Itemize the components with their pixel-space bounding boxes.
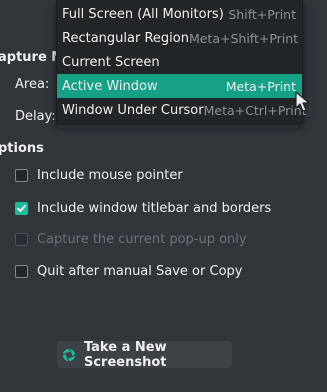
capture-popup-label: Capture the current pop-up only [37, 231, 247, 247]
quit-after-save-option[interactable]: Quit after manual Save or Copy [15, 262, 242, 280]
include-mouse-pointer-option[interactable]: Include mouse pointer [15, 166, 183, 184]
menu-item-current-screen[interactable]: Current Screen [57, 50, 302, 74]
menu-item-shortcut: Shift+Print [228, 6, 296, 22]
menu-item-label: Rectangular Region [62, 30, 189, 46]
delay-label: Delay: [15, 109, 56, 124]
menu-item-window-under-cursor[interactable]: Window Under Cursor Meta+Ctrl+Print [57, 98, 307, 122]
spectacle-window: apture Mo Area: Delay: ptions Include mo… [0, 0, 327, 392]
take-new-screenshot-label: Take a New Screenshot [83, 339, 167, 370]
capture-popup-checkbox [15, 232, 28, 246]
capture-popup-option: Capture the current pop-up only [15, 230, 247, 248]
screenshot-shutter-icon [62, 348, 76, 361]
take-new-screenshot-button[interactable]: Take a New Screenshot [57, 339, 232, 370]
menu-item-rectangular-region[interactable]: Rectangular Region Meta+Shift+Print [57, 26, 302, 50]
include-titlebar-option[interactable]: Include window titlebar and borders [15, 199, 271, 217]
quit-after-save-label: Quit after manual Save or Copy [37, 263, 243, 279]
include-titlebar-checkbox[interactable] [15, 201, 28, 215]
menu-item-label: Current Screen [62, 54, 160, 70]
menu-item-full-screen[interactable]: Full Screen (All Monitors) Shift+Print [57, 2, 302, 26]
options-title: ptions [0, 141, 44, 156]
area-dropdown-menu: Full Screen (All Monitors) Shift+Print R… [56, 0, 307, 124]
menu-item-label: Full Screen (All Monitors) [62, 6, 224, 22]
menu-item-shortcut: Meta+Ctrl+Print [203, 102, 307, 118]
include-titlebar-label: Include window titlebar and borders [37, 200, 272, 216]
menu-item-shortcut: Meta+Shift+Print [188, 30, 299, 46]
include-mouse-pointer-checkbox[interactable] [15, 168, 28, 182]
include-mouse-pointer-label: Include mouse pointer [37, 167, 183, 183]
area-label: Area: [15, 77, 50, 92]
menu-item-label: Active Window [62, 78, 158, 94]
checkmark-icon [17, 204, 26, 212]
menu-item-label: Window Under Cursor [62, 102, 204, 118]
menu-item-active-window[interactable]: Active Window Meta+Print [57, 74, 302, 98]
menu-item-shortcut: Meta+Print [225, 78, 296, 94]
mouse-cursor-icon [295, 91, 310, 112]
quit-after-save-checkbox[interactable] [15, 264, 28, 278]
